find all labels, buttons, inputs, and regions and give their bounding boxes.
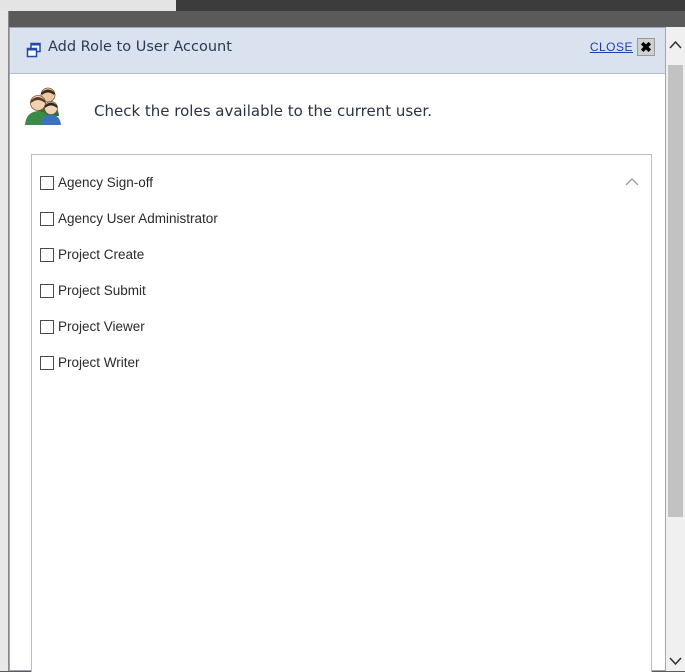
scrollbar-thumb[interactable] xyxy=(668,65,683,517)
role-label: Project Submit xyxy=(58,282,146,298)
role-checkbox[interactable] xyxy=(40,356,54,370)
role-item[interactable]: Project Viewer xyxy=(40,309,218,345)
role-label: Agency Sign-off xyxy=(58,174,154,190)
vertical-scrollbar[interactable] xyxy=(666,27,685,671)
dialog-title: Add Role to User Account xyxy=(48,39,232,55)
background-page-top xyxy=(0,0,685,11)
close-x-icon[interactable]: ✖ xyxy=(637,38,655,56)
role-label: Project Create xyxy=(58,246,145,262)
instructions-text: Check the roles available to the current… xyxy=(94,102,432,120)
role-list: Agency Sign-off Agency User Administrato… xyxy=(40,165,218,381)
scroll-up-arrow-icon[interactable] xyxy=(668,35,683,55)
chevron-up-icon[interactable] xyxy=(625,177,639,187)
role-checkbox[interactable] xyxy=(40,248,54,262)
role-label: Agency User Administrator xyxy=(58,210,218,226)
role-checkbox[interactable] xyxy=(40,212,54,226)
role-label: Project Viewer xyxy=(58,318,145,334)
users-group-icon xyxy=(25,87,61,125)
close-link[interactable]: CLOSE xyxy=(590,40,633,54)
role-checkbox[interactable] xyxy=(40,284,54,298)
role-item[interactable]: Agency Sign-off xyxy=(40,165,218,201)
add-role-dialog: Add Role to User Account CLOSE ✖ Check t… xyxy=(9,27,666,672)
role-item[interactable]: Agency User Administrator xyxy=(40,201,218,237)
role-item[interactable]: Project Writer xyxy=(40,345,218,381)
role-item[interactable]: Project Create xyxy=(40,237,218,273)
dialog-titlebar: Add Role to User Account CLOSE ✖ xyxy=(10,28,665,74)
scroll-down-arrow-icon[interactable] xyxy=(668,651,683,671)
role-label: Project Writer xyxy=(58,354,140,370)
role-item[interactable]: Project Submit xyxy=(40,273,218,309)
role-checkbox[interactable] xyxy=(40,176,54,190)
role-checkbox[interactable] xyxy=(40,320,54,334)
roles-listbox[interactable]: Agency Sign-off Agency User Administrato… xyxy=(31,154,652,672)
close-button[interactable]: CLOSE ✖ xyxy=(590,38,655,56)
restore-window-icon xyxy=(26,42,41,58)
background-page-left xyxy=(0,11,9,671)
